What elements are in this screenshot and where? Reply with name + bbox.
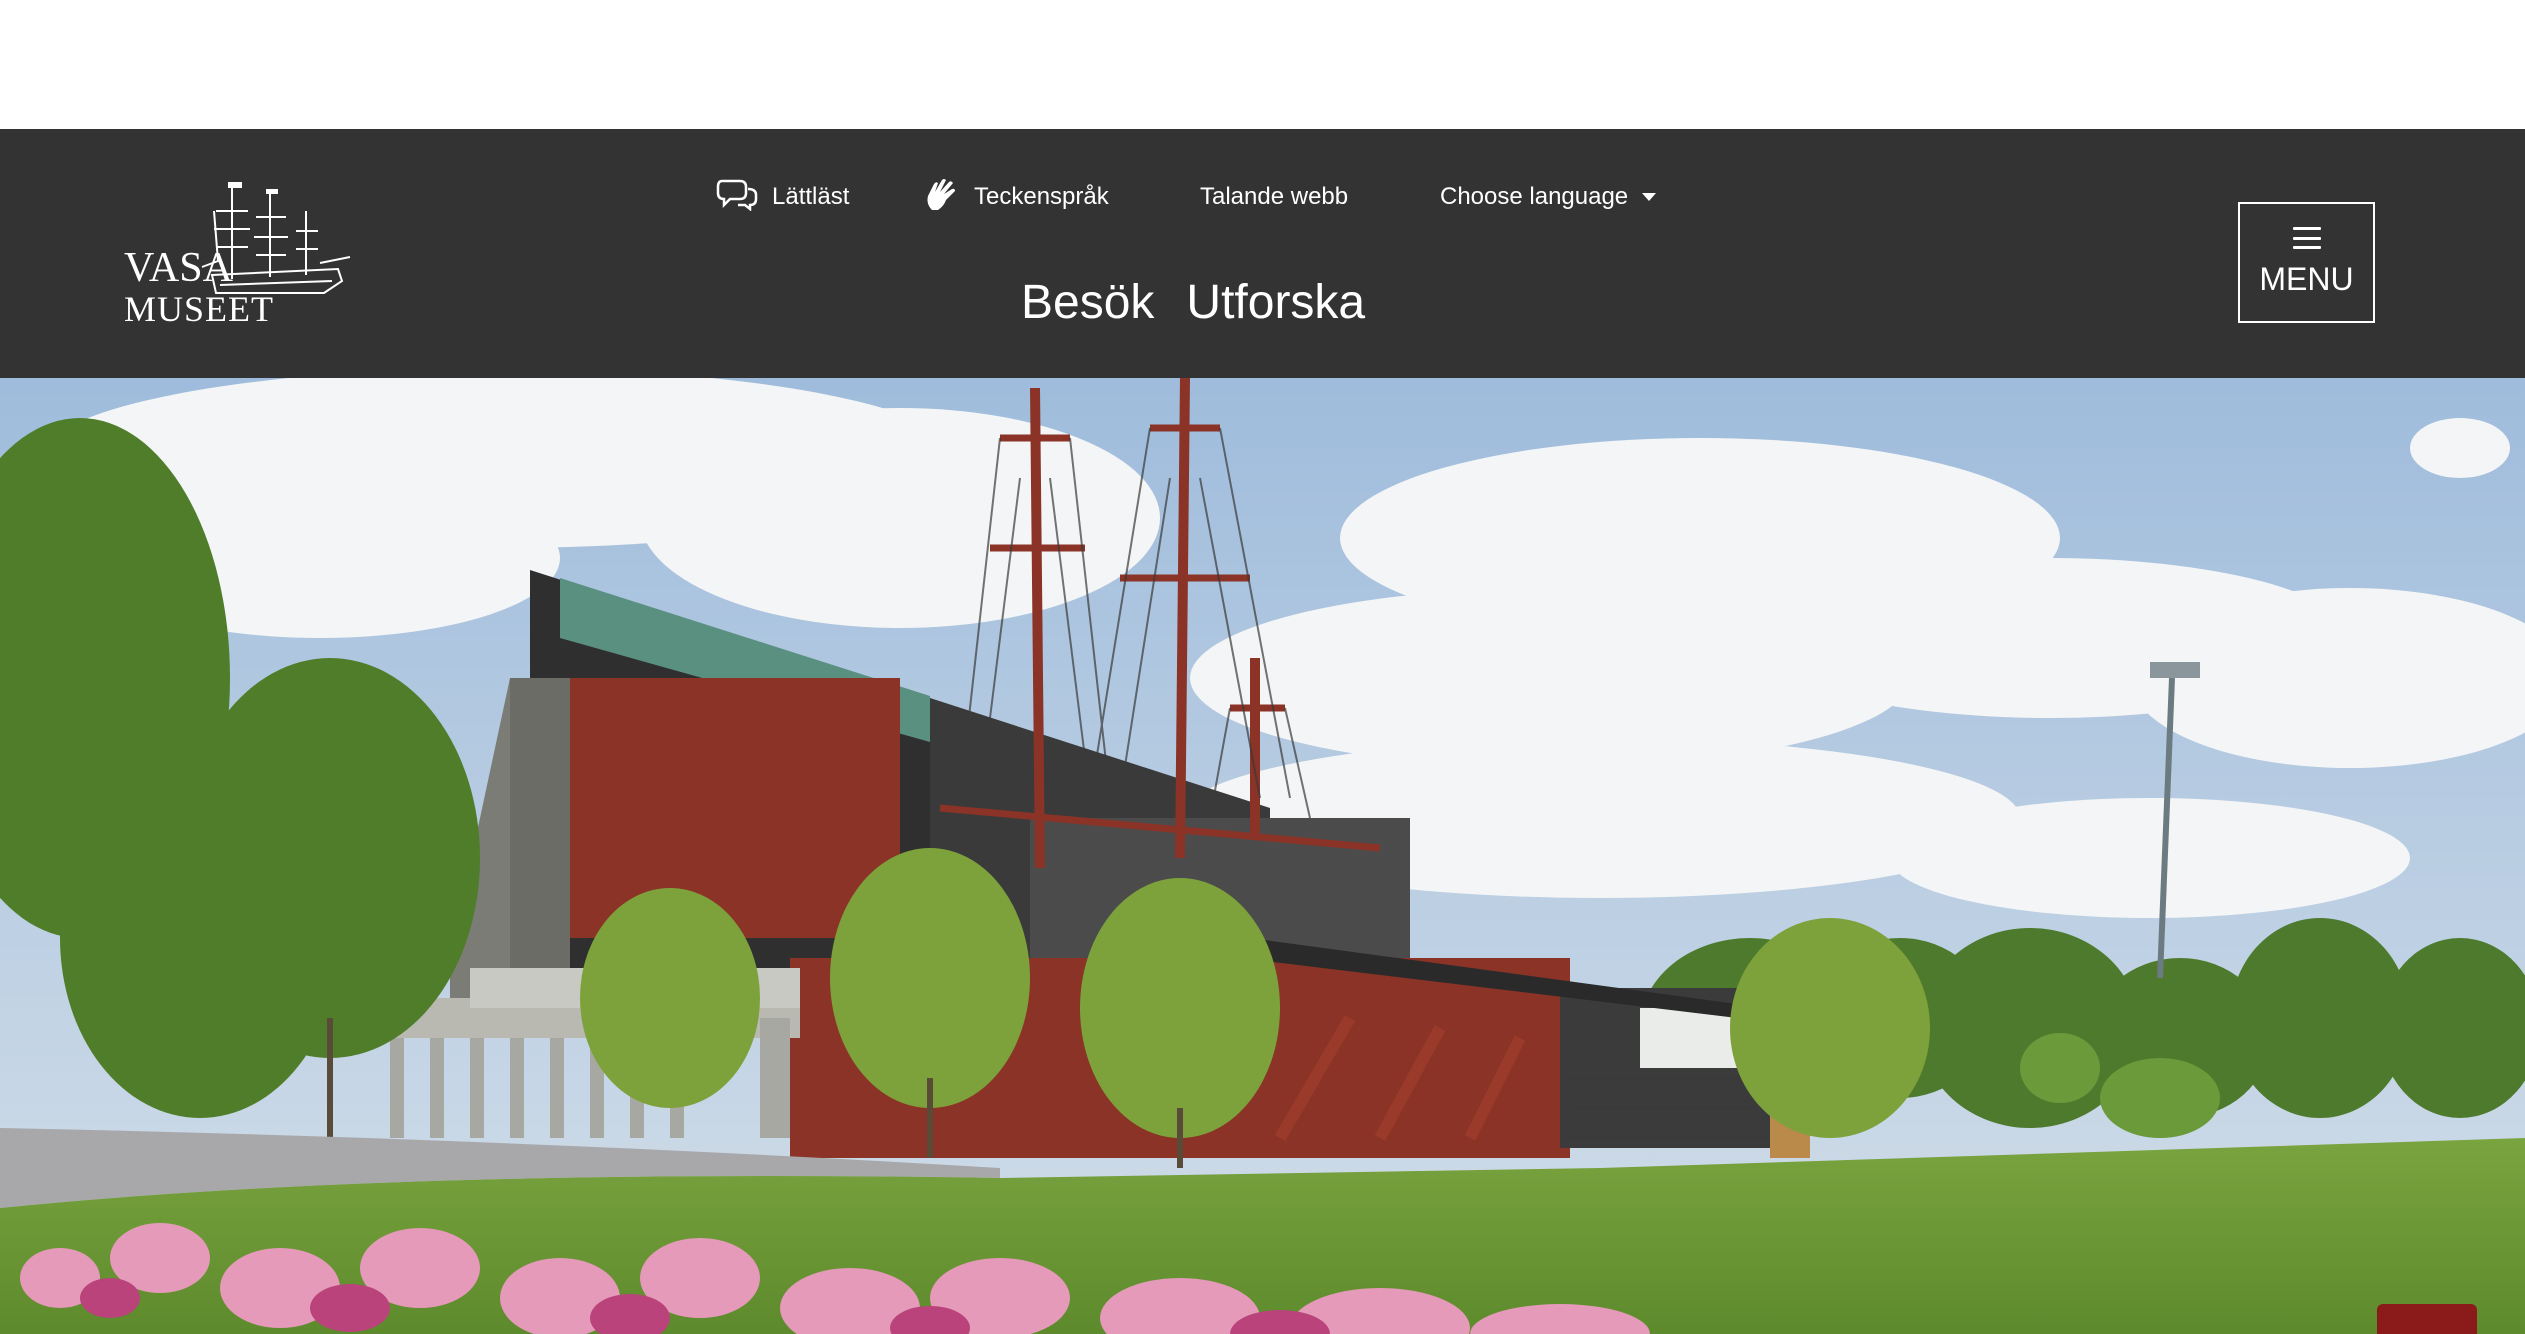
- menu-button[interactable]: MENU: [2238, 202, 2375, 323]
- speech-bubbles-icon: [716, 177, 772, 218]
- svg-text:MUSEET: MUSEET: [124, 289, 274, 329]
- vasamuseet-logo[interactable]: VASA MUSEET: [120, 181, 360, 331]
- site-header: VASA MUSEET Lättläst Teckenspråk Talande…: [0, 129, 2525, 378]
- top-whitespace: [0, 0, 2525, 129]
- main-nav: Besök Utforska: [1021, 275, 1365, 330]
- caret-down-icon: [1642, 193, 1657, 201]
- language-dropdown[interactable]: Choose language: [1440, 177, 1657, 217]
- nav-item-utforska[interactable]: Utforska: [1186, 275, 1365, 330]
- feedback-tab[interactable]: [2377, 1304, 2477, 1334]
- talking-web-label: Talande webb: [1200, 183, 1349, 210]
- sign-language-hand-icon: [924, 176, 974, 219]
- language-dropdown-label: Choose language: [1440, 183, 1629, 210]
- nav-item-besok[interactable]: Besök: [1021, 275, 1154, 330]
- sign-language-link[interactable]: Teckenspråk: [924, 177, 1109, 217]
- hero-image: [0, 378, 2525, 1334]
- menu-button-label: MENU: [2259, 261, 2354, 297]
- svg-text:VASA: VASA: [124, 245, 234, 291]
- hamburger-icon: [2292, 227, 2321, 249]
- sign-language-label: Teckenspråk: [974, 183, 1109, 210]
- easy-read-link[interactable]: Lättläst: [716, 177, 849, 217]
- easy-read-label: Lättläst: [772, 183, 850, 210]
- talking-web-link[interactable]: Talande webb: [1200, 177, 1348, 217]
